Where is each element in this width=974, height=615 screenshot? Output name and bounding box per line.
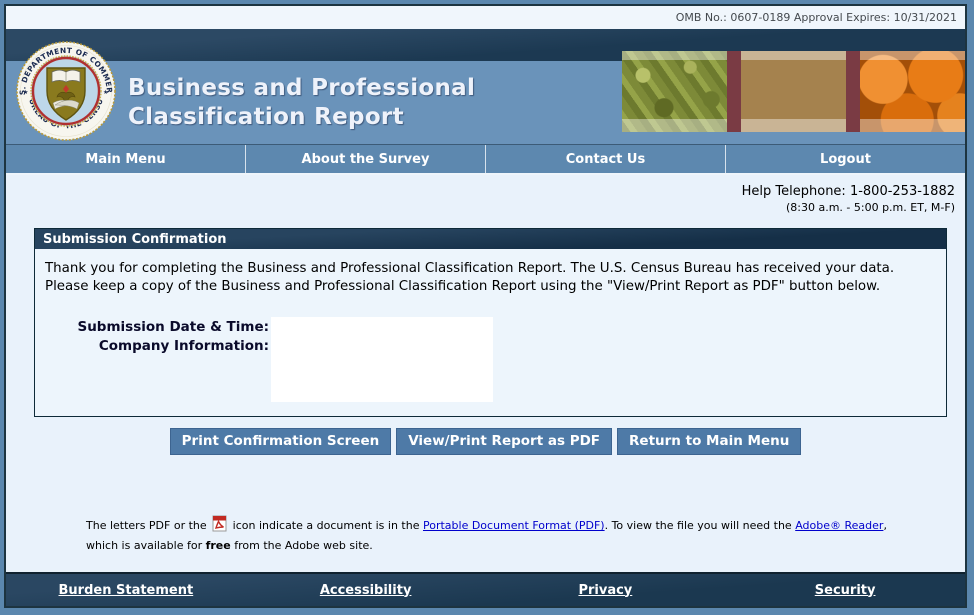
company-information-label: Company Information: (45, 337, 269, 355)
application-window: OMB No.: 0607-0189 Approval Expires: 10/… (0, 0, 974, 615)
panel-header: Submission Confirmation (35, 229, 946, 249)
cardboard-boxes-photo (741, 51, 846, 132)
nav-contact-us[interactable]: Contact Us (486, 145, 726, 173)
print-confirmation-screen-button[interactable]: Print Confirmation Screen (170, 428, 392, 455)
return-to-main-menu-button[interactable]: Return to Main Menu (617, 428, 801, 455)
pdf-note-text: icon indicate a document is in the (229, 519, 423, 532)
company-info-box (271, 317, 493, 402)
field-labels: Submission Date & Time: Company Informat… (45, 317, 269, 402)
oranges-photo (860, 51, 965, 132)
census-bureau-seal-logo: U.S. DEPARTMENT OF COMMERCE BUREAU OF TH… (16, 41, 116, 141)
pdf-note-free-bold: free (206, 539, 231, 552)
page-frame: OMB No.: 0607-0189 Approval Expires: 10/… (4, 4, 967, 608)
security-link[interactable]: Security (725, 583, 965, 598)
main-navigation: Main Menu About the Survey Contact Us Lo… (6, 144, 965, 175)
photo-divider (727, 51, 741, 132)
page-title-line2: Classification Report (128, 103, 475, 132)
privacy-link[interactable]: Privacy (486, 583, 726, 598)
nav-about-the-survey[interactable]: About the Survey (246, 145, 486, 173)
seal-star-left: ★ (23, 89, 28, 96)
main-content: Help Telephone: 1-800-253-1882 (8:30 a.m… (6, 175, 965, 572)
header-photo-strip (622, 51, 965, 132)
pdf-note-text: The letters PDF or the (86, 519, 210, 532)
submission-date-time-label: Submission Date & Time: (45, 318, 269, 336)
view-print-report-pdf-button[interactable]: View/Print Report as PDF (396, 428, 612, 455)
panel-title: Submission Confirmation (43, 232, 227, 247)
help-telephone: Help Telephone: 1-800-253-1882 (8:30 a.m… (6, 175, 965, 215)
panel-body: Thank you for completing the Business an… (35, 249, 946, 416)
green-screws-photo (622, 51, 727, 132)
nav-logout[interactable]: Logout (726, 145, 965, 173)
pdf-reader-note: The letters PDF or the icon indicate a d… (86, 515, 892, 554)
adobe-reader-link[interactable]: Adobe® Reader (795, 519, 883, 532)
omb-approval-text: OMB No.: 0607-0189 Approval Expires: 10/… (676, 11, 957, 24)
pdf-file-icon (212, 515, 227, 537)
seal-star-right: ★ (103, 89, 108, 96)
nav-main-menu[interactable]: Main Menu (6, 145, 246, 173)
submission-confirmation-panel: Submission Confirmation Thank you for co… (34, 228, 947, 417)
portable-document-format-link[interactable]: Portable Document Format (PDF) (423, 519, 605, 532)
photo-divider (846, 51, 860, 132)
submission-fields: Submission Date & Time: Company Informat… (45, 317, 936, 402)
omb-bar: OMB No.: 0607-0189 Approval Expires: 10/… (6, 6, 965, 29)
pdf-note-text: from the Adobe web site. (231, 539, 373, 552)
action-buttons: Print Confirmation Screen View/Print Rep… (6, 428, 965, 455)
footer: Burden Statement Accessibility Privacy S… (6, 572, 965, 606)
header: Business and Professional Classification… (6, 29, 965, 144)
page-title-line1: Business and Professional (128, 74, 475, 103)
help-telephone-hours: (8:30 a.m. - 5:00 p.m. ET, M-F) (6, 201, 955, 215)
pdf-note-text: . To view the file you will need the (605, 519, 796, 532)
help-telephone-number: Help Telephone: 1-800-253-1882 (6, 184, 955, 201)
accessibility-link[interactable]: Accessibility (246, 583, 486, 598)
confirmation-message: Thank you for completing the Business an… (45, 260, 936, 296)
burden-statement-link[interactable]: Burden Statement (6, 583, 246, 598)
